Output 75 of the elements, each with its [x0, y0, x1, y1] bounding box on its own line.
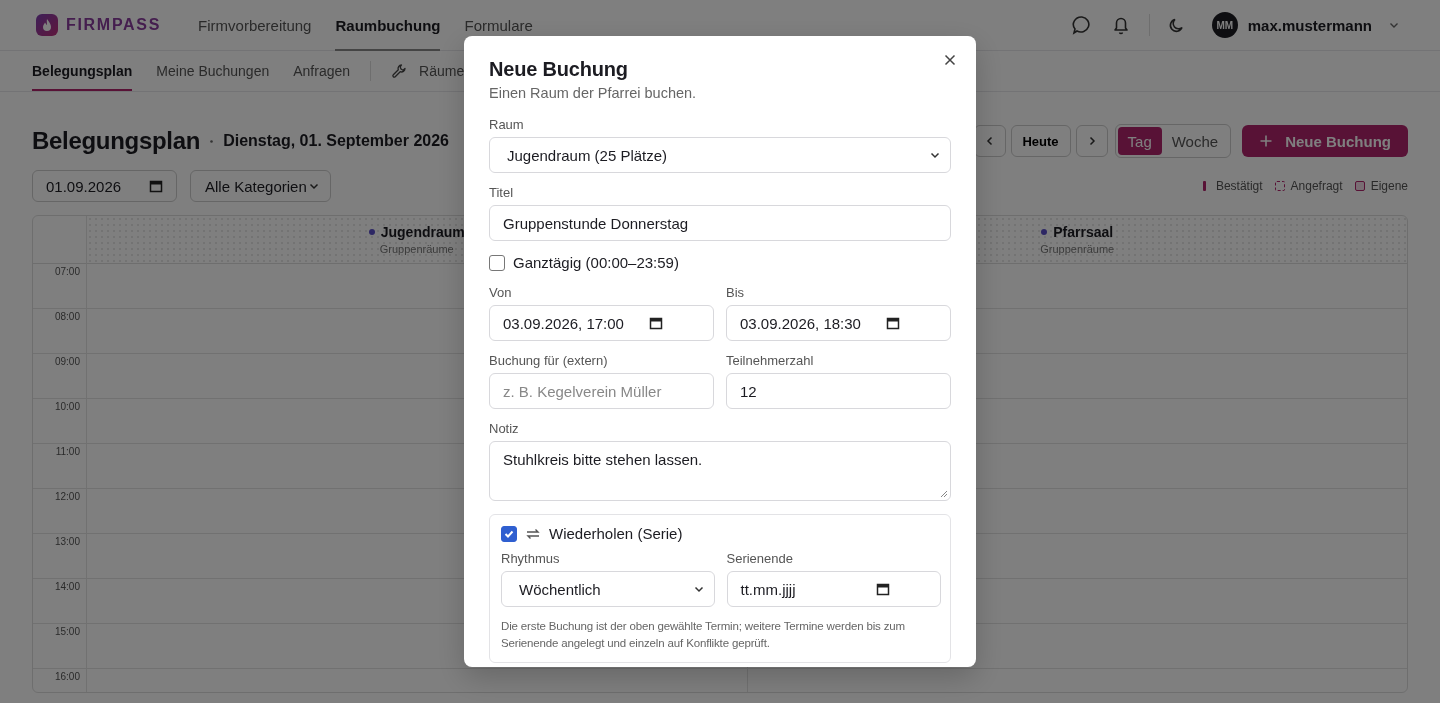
series-hint: Die erste Buchung ist der oben gewählte Termin; weitere Termine werden bis zum Serienende angelegt und einzeln auf Konflikte geprüft. [501, 619, 906, 651]
sub-tab[interactable]: Räume [419, 61, 465, 81]
series-end-date-field[interactable]: tt.mm.jjjj [726, 571, 941, 607]
wrench-icon [391, 63, 408, 79]
calendar-icon[interactable] [886, 316, 900, 330]
close-icon[interactable] [943, 53, 957, 67]
time-label: 16:00 [54, 671, 80, 682]
field-label: Buchung für (extern) [489, 353, 609, 368]
dialog-title: Neue Buchung [489, 57, 629, 82]
sub-tab[interactable]: Meine Buchungen [156, 51, 270, 91]
resize-handle-icon[interactable] [940, 490, 948, 498]
field-label: Von [489, 285, 513, 300]
field-label: Raum [489, 117, 525, 132]
note-textarea[interactable]: Stuhlkreis bitte stehen lassen. [489, 441, 951, 501]
legend-label: Angefragt [1290, 179, 1343, 193]
start-datetime-field[interactable]: 03.09.2026, 17:00 [489, 305, 714, 341]
time-label: 08:00 [54, 311, 80, 322]
field-label: Titel [489, 185, 515, 200]
nav-tab[interactable]: Firmvorbereitung [198, 0, 312, 51]
plus-icon [1259, 134, 1274, 148]
time-label: 14:00 [54, 581, 80, 592]
checkbox-label: Wiederholen (Serie) [549, 525, 683, 542]
end-datetime-field[interactable]: 03.09.2026, 18:30 [726, 305, 951, 341]
field-label: Teilnehmerzahl [726, 353, 815, 368]
room-category: Gruppenräume [379, 243, 454, 255]
dialog-subtitle: Einen Raum der Pfarrei buchen. [489, 85, 698, 101]
time-label: 11:00 [55, 446, 80, 457]
new-booking-button[interactable]: Neue Buchung [1242, 125, 1408, 157]
participants-field[interactable]: 12 [726, 373, 951, 409]
checkmark-icon [504, 528, 514, 539]
chat-bubble-icon[interactable] [1070, 14, 1093, 36]
field-label: Serienende [726, 551, 794, 566]
title-field[interactable]: Gruppenstunde Donnerstag [489, 205, 951, 241]
status-square-icon [1274, 181, 1285, 191]
date-field[interactable]: 01.09.2026 [32, 170, 177, 202]
checkbox[interactable] [489, 254, 505, 271]
field-label: Bis [726, 285, 746, 300]
room-name: Pfarrsaal [1053, 224, 1114, 240]
view-tab[interactable]: Woche [1161, 127, 1229, 155]
status-square-icon [1354, 181, 1365, 191]
room-category: Gruppenräume [1040, 243, 1115, 255]
nav-tab[interactable]: Raumbuchung [335, 0, 441, 51]
external-booking-field[interactable]: z. B. Kegelverein Müller [489, 373, 714, 409]
time-label: 07:00 [54, 266, 80, 277]
brand-name: FIRMPASS [66, 16, 162, 34]
room-select[interactable]: Jugendraum (25 Plätze) [489, 137, 951, 173]
status-bar-icon [1202, 181, 1206, 191]
time-label: 09:00 [54, 356, 80, 367]
user-name[interactable]: max.mustermann [1247, 16, 1372, 34]
checkbox-label: Ganztägig (00:00–23:59) [513, 254, 679, 271]
time-label: 12:00 [54, 491, 80, 502]
view-tab[interactable]: Tag [1117, 127, 1162, 155]
flame-logo-icon [36, 14, 58, 36]
time-label: 13:00 [54, 536, 80, 547]
legend-label: Eigene [1370, 179, 1408, 193]
today-button[interactable]: Heute [1010, 125, 1071, 157]
user-avatar[interactable]: MM [1211, 12, 1238, 38]
rhythm-select[interactable]: Wöchentlich [501, 571, 715, 607]
time-label: 10:00 [54, 401, 80, 412]
calendar-icon[interactable] [876, 582, 890, 596]
date-heading: Dienstag, 01. September 2026 [223, 132, 449, 150]
page-title: Belegungsplan [32, 127, 201, 155]
legend-label: Bestätigt [1215, 179, 1263, 193]
category-select[interactable]: Alle Kategorien [190, 170, 331, 202]
checkbox[interactable] [501, 525, 517, 542]
time-label: 15:00 [54, 626, 80, 637]
room-name: Jugendraum [380, 224, 465, 240]
room-dot-icon [1041, 229, 1048, 235]
sub-tab[interactable]: Belegungsplan [32, 51, 133, 91]
field-label: Rhythmus [501, 551, 561, 566]
sub-tab[interactable]: Anfragen [293, 51, 351, 91]
calendar-icon[interactable] [649, 316, 663, 330]
separator-dot-icon [210, 139, 214, 143]
room-dot-icon [368, 229, 375, 235]
field-label: Notiz [489, 421, 520, 436]
